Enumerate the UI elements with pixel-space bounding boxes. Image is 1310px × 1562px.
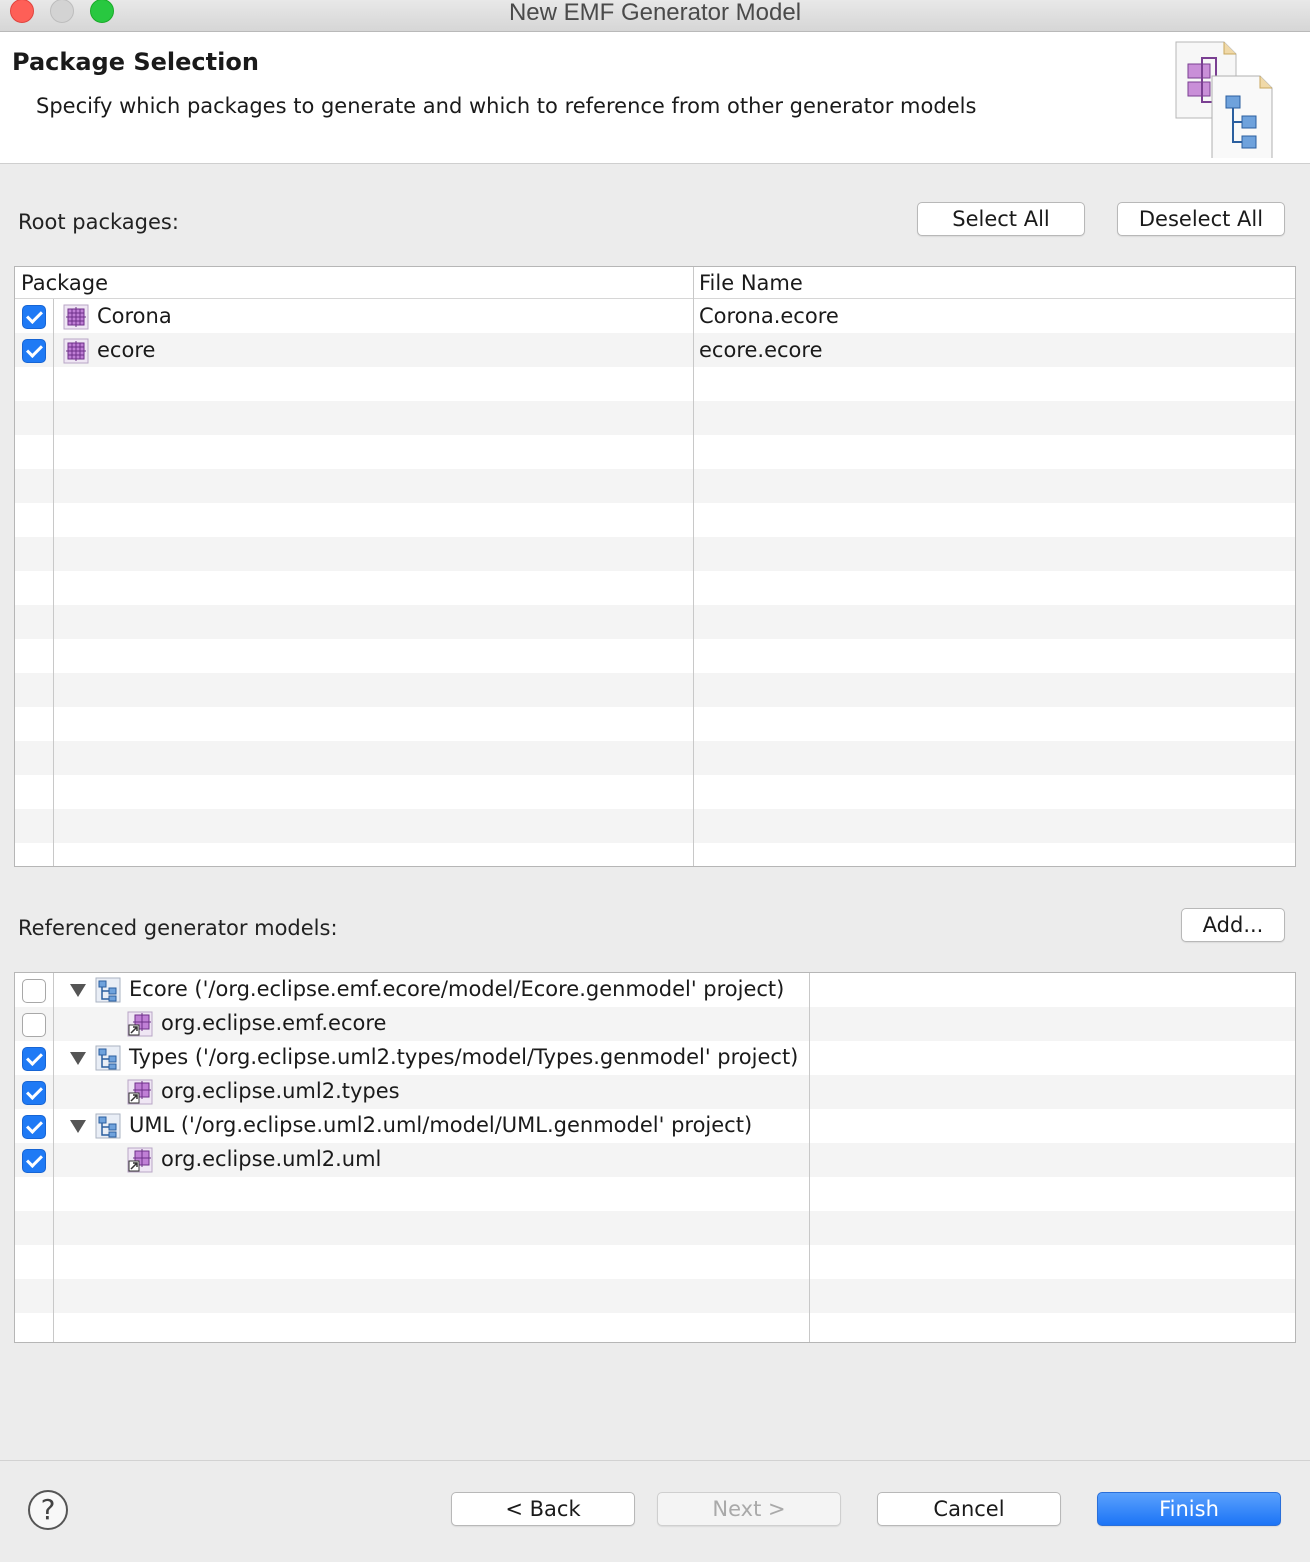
tree-row — [15, 1279, 1295, 1313]
table-row — [15, 537, 1295, 571]
genpackage-icon — [127, 1079, 153, 1105]
help-icon[interactable]: ? — [28, 1490, 68, 1530]
genmodel-label: Ecore ('/org.eclipse.emf.ecore/model/Eco… — [129, 977, 785, 1001]
table-row — [15, 741, 1295, 775]
package-file-name: ecore.ecore — [699, 338, 823, 362]
table-row — [15, 571, 1295, 605]
wizard-header: Package Selection Specify which packages… — [0, 32, 1310, 164]
root-packages-label: Root packages: — [18, 210, 179, 234]
finish-button[interactable]: Finish — [1097, 1492, 1281, 1526]
package-name: ecore — [97, 338, 156, 362]
table-row — [15, 707, 1295, 741]
referenced-models-label: Referenced generator models: — [18, 916, 338, 940]
page-description: Specify which packages to generate and w… — [36, 94, 977, 118]
window-titlebar: New EMF Generator Model — [0, 0, 1310, 32]
back-button[interactable]: < Back — [451, 1492, 635, 1526]
deselect-all-button[interactable]: Deselect All — [1117, 202, 1285, 236]
column-divider — [53, 973, 54, 1342]
add-button[interactable]: Add... — [1181, 908, 1285, 942]
window-title: New EMF Generator Model — [508, 0, 802, 26]
expand-toggle-icon[interactable] — [70, 1052, 86, 1065]
package-file-name: Corona.ecore — [699, 304, 839, 328]
genmodel-label: UML ('/org.eclipse.uml2.uml/model/UML.ge… — [129, 1113, 753, 1137]
table-row — [15, 401, 1295, 435]
table-header: Package File Name — [15, 267, 1295, 299]
table-row — [15, 605, 1295, 639]
genpackage-label: org.eclipse.uml2.types — [161, 1079, 400, 1103]
genmodel-icon — [95, 977, 121, 1003]
table-row[interactable] — [15, 299, 1295, 333]
genpackage-label: org.eclipse.emf.ecore — [161, 1011, 387, 1035]
package-checkbox-ecore[interactable] — [22, 339, 46, 363]
package-checkbox-corona[interactable] — [22, 305, 46, 329]
genpackage-checkbox-uml2-uml[interactable] — [22, 1149, 46, 1173]
table-row — [15, 367, 1295, 401]
select-all-button[interactable]: Select All — [917, 202, 1085, 236]
table-row — [15, 775, 1295, 809]
table-row — [15, 503, 1295, 537]
genmodel-checkbox-types[interactable] — [22, 1047, 46, 1071]
cancel-button[interactable]: Cancel — [877, 1492, 1061, 1526]
package-icon — [63, 338, 89, 364]
column-divider — [53, 299, 54, 866]
tree-row — [15, 1245, 1295, 1279]
footer-separator — [0, 1460, 1310, 1461]
referenced-models-tree[interactable]: Ecore ('/org.eclipse.emf.ecore/model/Eco… — [14, 972, 1296, 1343]
generator-model-wizard-icon — [1175, 41, 1273, 158]
package-icon — [63, 304, 89, 330]
table-row — [15, 843, 1295, 866]
table-row — [15, 673, 1295, 707]
genmodel-checkbox-ecore[interactable] — [22, 979, 46, 1003]
column-divider[interactable] — [693, 267, 694, 866]
genpackage-label: org.eclipse.uml2.uml — [161, 1147, 382, 1171]
column-header-file-name[interactable]: File Name — [699, 271, 803, 295]
table-row — [15, 435, 1295, 469]
package-name: Corona — [97, 304, 172, 328]
genpackage-icon — [127, 1147, 153, 1173]
column-header-package[interactable]: Package — [21, 271, 108, 295]
expand-toggle-icon[interactable] — [70, 1120, 86, 1133]
table-row — [15, 469, 1295, 503]
genmodel-icon — [95, 1113, 121, 1139]
expand-toggle-icon[interactable] — [70, 984, 86, 997]
genmodel-checkbox-uml[interactable] — [22, 1115, 46, 1139]
genpackage-icon — [127, 1011, 153, 1037]
genmodel-icon — [95, 1045, 121, 1071]
genmodel-label: Types ('/org.eclipse.uml2.types/model/Ty… — [129, 1045, 799, 1069]
tree-row — [15, 1211, 1295, 1245]
tree-row — [15, 1177, 1295, 1211]
tree-row — [15, 1313, 1295, 1342]
column-divider[interactable] — [809, 973, 810, 1342]
root-packages-table[interactable]: Package File Name Corona Corona.ecore ec… — [14, 266, 1296, 867]
page-title: Package Selection — [12, 48, 259, 76]
genpackage-checkbox-emf-ecore[interactable] — [22, 1013, 46, 1037]
table-row[interactable] — [15, 333, 1295, 367]
next-button: Next > — [657, 1492, 841, 1526]
genpackage-checkbox-uml2-types[interactable] — [22, 1081, 46, 1105]
table-row — [15, 639, 1295, 673]
table-row — [15, 809, 1295, 843]
